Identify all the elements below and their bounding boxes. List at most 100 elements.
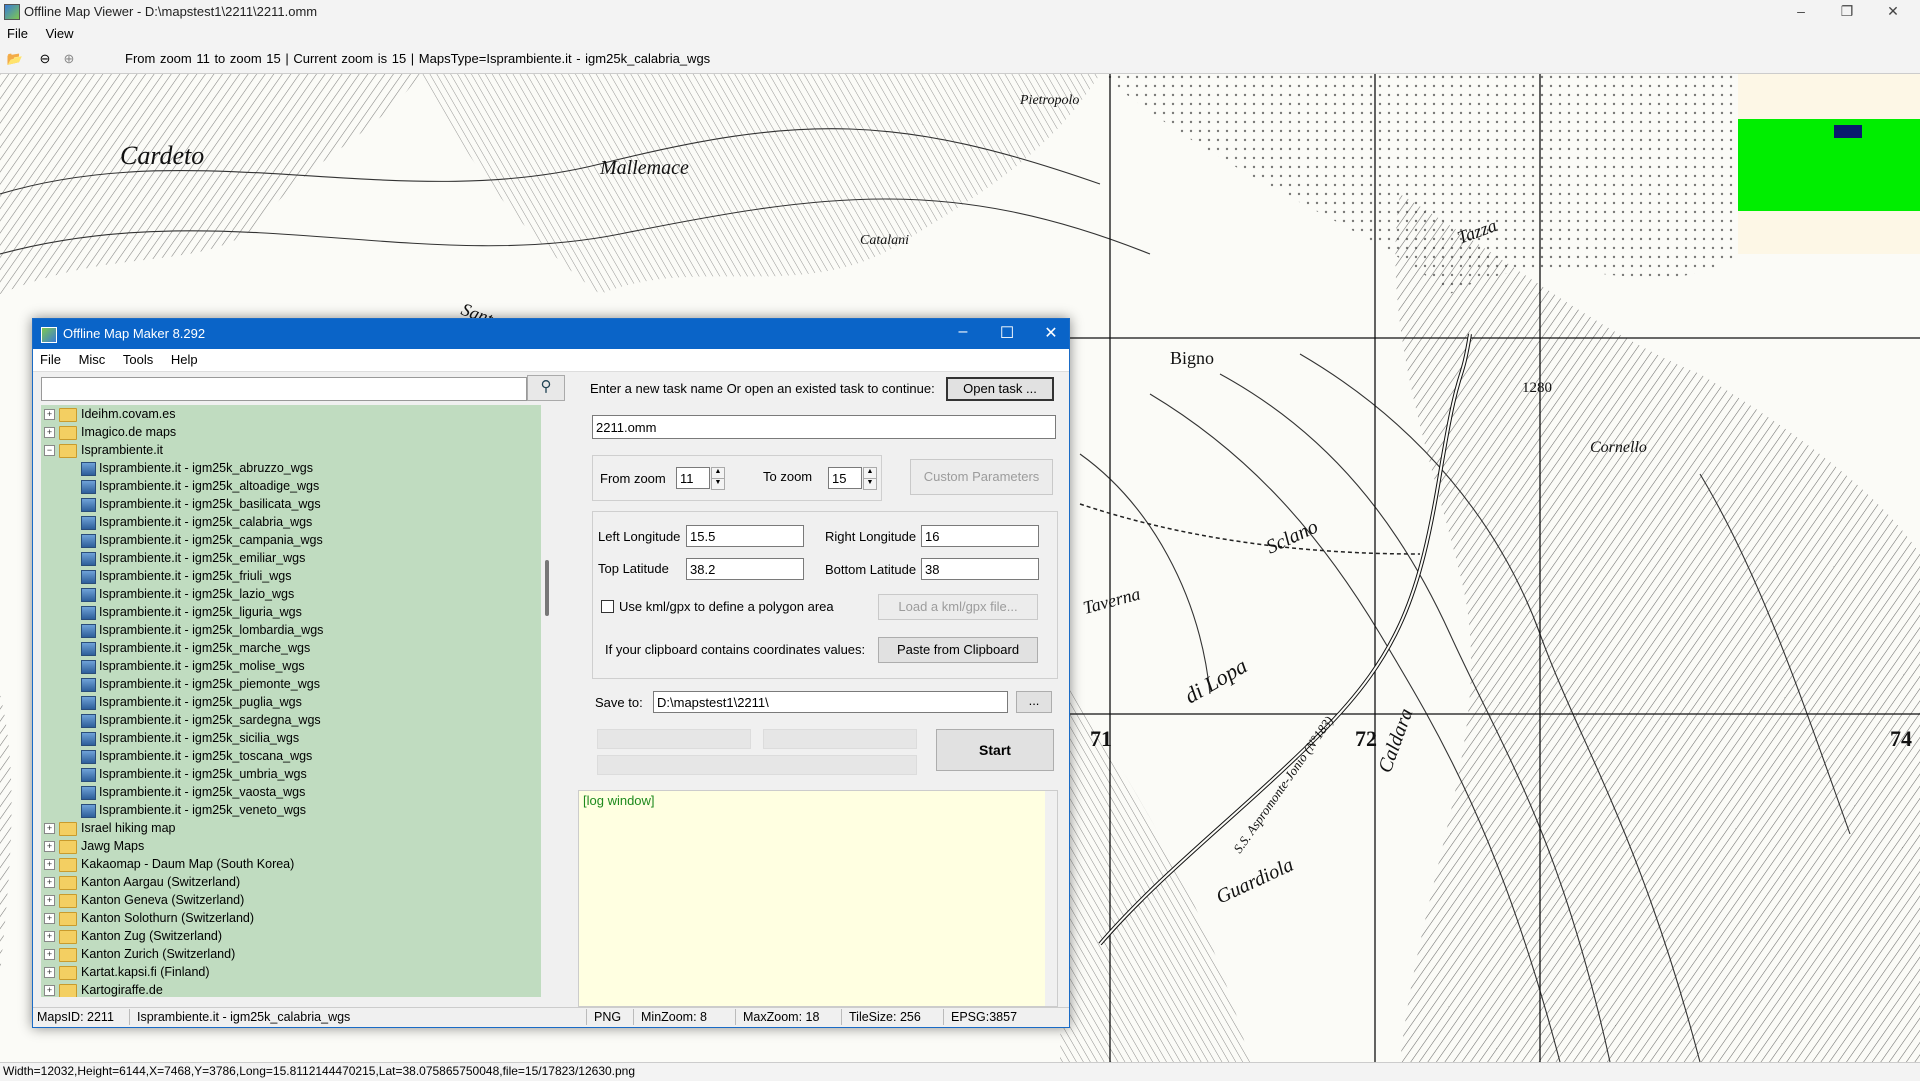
to-zoom-label: To zoom [763, 469, 813, 484]
folder-icon [59, 858, 77, 872]
open-folder-icon[interactable]: 📂 [6, 50, 24, 68]
from-zoom-label: From zoom [600, 471, 666, 486]
kml-checkbox[interactable] [601, 600, 614, 613]
status-epsg: EPSG:3857 [951, 1010, 1018, 1024]
tree-item-label: Jawg Maps [81, 839, 145, 853]
to-zoom-input[interactable] [828, 467, 862, 489]
tree-map-item[interactable]: Isprambiente.it - igm25k_basilicata_wgs [41, 495, 541, 513]
collapse-icon[interactable]: − [44, 445, 55, 456]
expand-icon[interactable]: + [44, 859, 55, 870]
tree-map-item[interactable]: Isprambiente.it - igm25k_calabria_wgs [41, 513, 541, 531]
to-zoom-down-icon[interactable]: ▼ [863, 478, 877, 490]
map-label: Cornello [1590, 439, 1647, 456]
map-icon [81, 552, 96, 566]
menu-view[interactable]: View [39, 24, 81, 43]
expand-icon[interactable]: + [44, 967, 55, 978]
menu-help[interactable]: Help [164, 349, 205, 370]
open-task-button[interactable]: Open task ... [946, 377, 1054, 401]
tree-scrollbar[interactable] [543, 405, 553, 997]
tree-map-item[interactable]: Isprambiente.it - igm25k_piemonte_wgs [41, 675, 541, 693]
zoom-out-icon[interactable]: ⊖ [36, 50, 54, 68]
map-label: Bigno [1170, 348, 1214, 368]
tree-scroll-thumb[interactable] [545, 560, 549, 616]
load-kml-button[interactable]: Load a kml/gpx file... [878, 594, 1038, 620]
from-zoom-input[interactable] [676, 467, 710, 489]
expand-icon[interactable]: + [44, 931, 55, 942]
tree-map-item[interactable]: Isprambiente.it - igm25k_sardegna_wgs [41, 711, 541, 729]
tree-folder-item[interactable]: + Kartat.kapsi.fi (Finland) [41, 963, 541, 981]
map-label: Cardeto [120, 141, 204, 170]
tree-map-item[interactable]: Isprambiente.it - igm25k_molise_wgs [41, 657, 541, 675]
tree-map-item[interactable]: Isprambiente.it - igm25k_lombardia_wgs [41, 621, 541, 639]
maximize-button[interactable]: ❐ [1824, 0, 1870, 24]
search-icon[interactable]: ⚲ [527, 375, 565, 401]
tree-folder-item[interactable]: + Kanton Geneva (Switzerland) [41, 891, 541, 909]
tree-folder-item[interactable]: + Kanton Aargau (Switzerland) [41, 873, 541, 891]
tree-map-item[interactable]: Isprambiente.it - igm25k_toscana_wgs [41, 747, 541, 765]
start-button[interactable]: Start [936, 729, 1054, 771]
tree-folder-item[interactable]: + Kanton Zug (Switzerland) [41, 927, 541, 945]
viewer-title-bar: Offline Map Viewer - D:\mapstest1\2211\2… [0, 0, 1920, 24]
minimize-button[interactable]: – [1778, 0, 1824, 24]
log-scrollbar[interactable] [1045, 791, 1057, 1006]
from-zoom-down-icon[interactable]: ▼ [711, 478, 725, 490]
tree-map-item[interactable]: Isprambiente.it - igm25k_sicilia_wgs [41, 729, 541, 747]
tree-map-item[interactable]: Isprambiente.it - igm25k_campania_wgs [41, 531, 541, 549]
tree-folder-item[interactable]: − Isprambiente.it [41, 441, 541, 459]
bottom-latitude-input[interactable] [921, 558, 1039, 580]
tree-folder-item[interactable]: + Ideihm.covam.es [41, 405, 541, 423]
close-button[interactable]: ✕ [1870, 0, 1916, 24]
task-name-input[interactable] [592, 415, 1056, 439]
dialog-minimize-button[interactable]: – [941, 323, 985, 341]
tree-map-item[interactable]: Isprambiente.it - igm25k_liguria_wgs [41, 603, 541, 621]
map-search-input[interactable] [41, 377, 527, 401]
right-longitude-input[interactable] [921, 525, 1039, 547]
paste-clipboard-button[interactable]: Paste from Clipboard [878, 637, 1038, 663]
expand-icon[interactable]: + [44, 985, 55, 996]
expand-icon[interactable]: + [44, 895, 55, 906]
tree-map-item[interactable]: Isprambiente.it - igm25k_vaosta_wgs [41, 783, 541, 801]
tree-folder-item[interactable]: + Jawg Maps [41, 837, 541, 855]
expand-icon[interactable]: + [44, 877, 55, 888]
browse-button[interactable]: ... [1016, 691, 1052, 713]
tree-map-item[interactable]: Isprambiente.it - igm25k_puglia_wgs [41, 693, 541, 711]
expand-icon[interactable]: + [44, 949, 55, 960]
tree-map-item[interactable]: Isprambiente.it - igm25k_abruzzo_wgs [41, 459, 541, 477]
tree-map-item[interactable]: Isprambiente.it - igm25k_lazio_wgs [41, 585, 541, 603]
expand-icon[interactable]: + [44, 427, 55, 438]
menu-file[interactable]: File [33, 349, 68, 370]
expand-icon[interactable]: + [44, 913, 55, 924]
minimap-coverage-area [1738, 119, 1920, 211]
tree-folder-item[interactable]: + Imagico.de maps [41, 423, 541, 441]
tree-map-item[interactable]: Isprambiente.it - igm25k_altoadige_wgs [41, 477, 541, 495]
tree-map-item[interactable]: Isprambiente.it - igm25k_emiliar_wgs [41, 549, 541, 567]
tree-folder-item[interactable]: + Kanton Solothurn (Switzerland) [41, 909, 541, 927]
tree-folder-item[interactable]: + Israel hiking map [41, 819, 541, 837]
expand-icon[interactable]: + [44, 409, 55, 420]
tree-map-item[interactable]: Isprambiente.it - igm25k_veneto_wgs [41, 801, 541, 819]
overview-minimap[interactable] [1738, 74, 1920, 254]
dialog-maximize-button[interactable]: ☐ [985, 323, 1029, 343]
tree-folder-item[interactable]: + Kartogiraffe.de [41, 981, 541, 997]
tree-item-label: Kanton Zug (Switzerland) [81, 929, 223, 943]
log-window[interactable]: [log window] [578, 790, 1058, 1007]
menu-file[interactable]: File [0, 24, 35, 43]
custom-parameters-button[interactable]: Custom Parameters [910, 459, 1053, 495]
top-latitude-input[interactable] [686, 558, 804, 580]
expand-icon[interactable]: + [44, 823, 55, 834]
tree-map-item[interactable]: Isprambiente.it - igm25k_umbria_wgs [41, 765, 541, 783]
map-icon [81, 660, 96, 674]
tree-folder-item[interactable]: + Kanton Zurich (Switzerland) [41, 945, 541, 963]
save-path-input[interactable] [653, 691, 1008, 713]
tree-folder-item[interactable]: + Kakaomap - Daum Map (South Korea) [41, 855, 541, 873]
expand-icon[interactable]: + [44, 841, 55, 852]
left-longitude-input[interactable] [686, 525, 804, 547]
menu-tools[interactable]: Tools [116, 349, 160, 370]
map-label: Pietropolo [1019, 93, 1079, 108]
menu-misc[interactable]: Misc [72, 349, 113, 370]
dialog-close-button[interactable]: ✕ [1029, 323, 1073, 343]
tree-map-item[interactable]: Isprambiente.it - igm25k_marche_wgs [41, 639, 541, 657]
zoom-in-icon[interactable]: ⊕ [60, 50, 78, 68]
map-source-tree[interactable]: + Ideihm.covam.es + Imagico.de maps − Ispramb… [41, 405, 541, 997]
tree-map-item[interactable]: Isprambiente.it - igm25k_friuli_wgs [41, 567, 541, 585]
